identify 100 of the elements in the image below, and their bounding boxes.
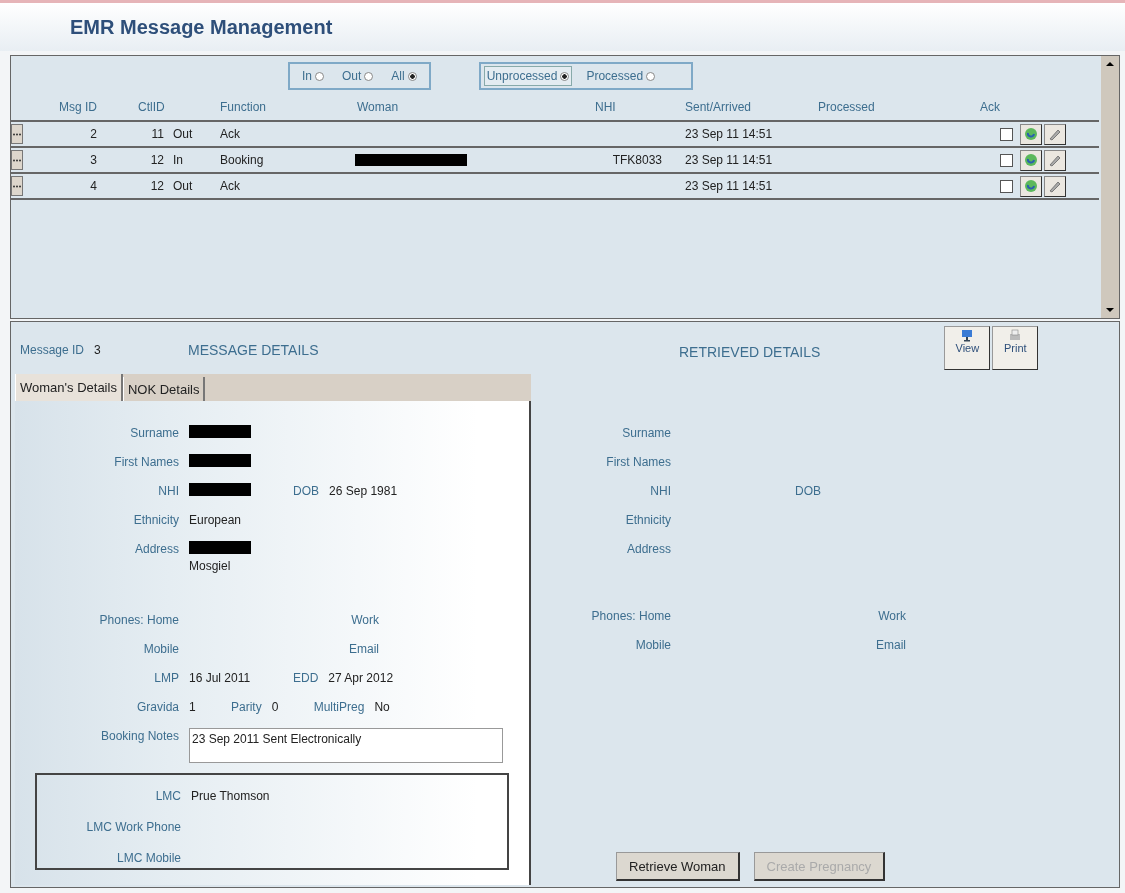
ack-checkbox[interactable]: [1000, 127, 1013, 141]
row-menu-button[interactable]: [11, 124, 23, 144]
radio-option[interactable]: Out: [342, 69, 374, 83]
section-heading: MESSAGE DETAILS: [188, 342, 319, 358]
column-header: NHI: [594, 100, 617, 114]
table-cell-text: 12: [149, 153, 165, 167]
column-header: Processed: [817, 100, 876, 114]
field-label: Surname: [129, 425, 180, 441]
table-cell-text: 11: [150, 127, 165, 141]
ellipsis-icon: [13, 132, 21, 136]
field-label: First Names: [605, 454, 672, 470]
print-button[interactable]: Print: [992, 326, 1039, 370]
open-button[interactable]: [1020, 175, 1042, 197]
radio-option[interactable]: Processed: [586, 69, 656, 83]
field-label: Email: [348, 641, 379, 657]
column-header: Woman: [356, 100, 400, 114]
field-label: NHI: [157, 483, 180, 499]
field-label: Booking Notes: [99, 728, 180, 744]
field-label: First Names: [113, 454, 180, 470]
field-value: 16 Jul 2011: [189, 670, 252, 686]
row-menu-button[interactable]: [11, 150, 23, 170]
table-cell-text: In: [172, 153, 184, 167]
table-cell-text: Out: [172, 179, 194, 193]
table-cell-text: 4: [89, 179, 98, 193]
pen-icon: [1048, 153, 1062, 167]
field-label: Phones: Home: [98, 612, 180, 628]
table-cell: TFK8033: [612, 153, 662, 167]
open-button[interactable]: [1020, 123, 1042, 145]
field-label: Work: [350, 612, 379, 628]
table-cell-text: 2: [89, 127, 98, 141]
ellipsis-icon: [13, 184, 21, 188]
edit-button[interactable]: [1044, 175, 1066, 197]
table-cell-text: 23 Sep 11 14:51: [684, 179, 774, 193]
field-label: Gravida: [135, 699, 180, 715]
field-label: DOB: [293, 483, 319, 499]
disc-icon: [1024, 127, 1038, 141]
monitor-icon: [961, 329, 974, 342]
field-label: Surname: [621, 425, 672, 441]
disc-icon: [1024, 153, 1038, 167]
row-menu-button[interactable]: [11, 176, 23, 196]
ellipsis-icon: [13, 158, 21, 162]
table-cell-text: Ack: [220, 179, 241, 193]
column-header: CtlID: [137, 100, 166, 114]
table-cell-text: Out: [172, 127, 194, 141]
field-value: 26 Sep 1981: [329, 483, 398, 499]
printer-icon: [1009, 329, 1022, 342]
field-label: Email: [875, 637, 906, 653]
field-label: EDD: [293, 670, 319, 686]
table-cell-text: 23 Sep 11 14:51: [684, 127, 774, 141]
table-cell-text: Ack: [220, 127, 241, 141]
field-value: Mosgiel: [189, 558, 232, 574]
field-value: 0: [271, 699, 280, 715]
field-label: Phones: Home: [590, 608, 672, 624]
table-cell-text: Booking: [220, 153, 265, 167]
notes-field[interactable]: 23 Sep 2011 Sent Electronically: [189, 728, 503, 763]
field-value: European: [189, 512, 243, 528]
field-value: 1: [189, 699, 197, 715]
radio-option[interactable]: All: [391, 69, 417, 83]
scrollbar[interactable]: [1101, 56, 1119, 318]
field-label: MultiPreg: [313, 699, 365, 715]
field-label: LMC Mobile: [115, 850, 182, 866]
field-label: Mobile: [142, 641, 180, 657]
view-button[interactable]: View: [944, 326, 991, 370]
table-cell-text: 3: [89, 153, 98, 167]
edit-button[interactable]: [1044, 149, 1066, 171]
message-id-value: 3: [94, 342, 102, 358]
section-heading: RETRIEVED DETAILS: [679, 344, 821, 360]
column-header: Ack: [980, 100, 1001, 114]
field-value: Prue Thomson: [191, 788, 270, 804]
field-value: 27 Apr 2012: [328, 670, 394, 686]
field-label: Parity: [231, 699, 262, 715]
radio-option[interactable]: Unprocessed: [483, 66, 573, 86]
field-label: Ethnicity: [132, 512, 180, 528]
pen-icon: [1048, 127, 1062, 141]
field-value: No: [374, 699, 391, 715]
column-header: Sent/Arrived: [684, 100, 753, 114]
tab[interactable]: Woman's Details: [15, 374, 123, 401]
pen-icon: [1048, 179, 1062, 193]
open-button[interactable]: [1020, 149, 1042, 171]
ack-checkbox[interactable]: [1000, 179, 1013, 193]
page-title: EMR Message Management: [70, 15, 333, 39]
ack-checkbox[interactable]: [1000, 153, 1013, 167]
field-label: Address: [625, 541, 672, 557]
column-header: Function: [220, 100, 268, 114]
field-label: NHI: [649, 483, 672, 499]
message-id-label: Message ID: [20, 343, 85, 357]
field-label: LMP: [153, 670, 180, 686]
tab[interactable]: NOK Details: [122, 377, 206, 401]
retrieve-button[interactable]: Retrieve Woman: [616, 852, 740, 881]
field-label: LMC: [154, 788, 182, 804]
table-cell-text: 23 Sep 11 14:51: [684, 153, 774, 167]
field-label: LMC Work Phone: [85, 819, 182, 835]
field-label: Work: [877, 608, 906, 624]
edit-button[interactable]: [1044, 123, 1066, 145]
table-cell-text: 12: [149, 179, 165, 193]
column-header: Msg ID: [58, 100, 98, 114]
field-label: Address: [133, 541, 180, 557]
field-label: Ethnicity: [624, 512, 672, 528]
field-label: Mobile: [634, 637, 672, 653]
radio-option[interactable]: In: [302, 69, 324, 83]
